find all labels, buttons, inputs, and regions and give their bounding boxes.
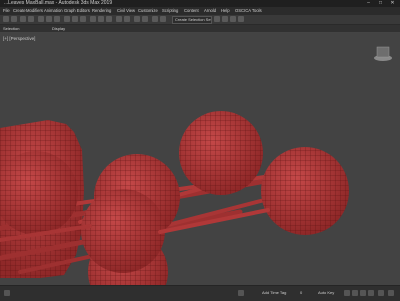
angle-snap-icon[interactable]	[98, 16, 104, 22]
go-to-start-icon[interactable]	[344, 290, 350, 296]
menu-rendering[interactable]: Rendering	[92, 7, 111, 15]
menu-create[interactable]: Create	[13, 7, 26, 15]
rectangle-region-icon[interactable]	[54, 16, 60, 22]
minimize-button[interactable]: –	[364, 0, 373, 7]
ribbon-bar: Selection Display	[0, 25, 400, 32]
material-editor-icon[interactable]	[214, 16, 220, 22]
select-object-icon[interactable]	[38, 16, 44, 22]
layer-icon[interactable]	[134, 16, 140, 22]
maximize-button[interactable]: □	[376, 0, 385, 7]
title-bar: ...Leaves MaxBall.max - Autodesk 3ds Max…	[0, 0, 400, 7]
snap-icon[interactable]	[90, 16, 96, 22]
tab-display[interactable]: Display	[52, 25, 65, 32]
schematic-icon[interactable]	[160, 16, 166, 22]
render-icon[interactable]	[238, 16, 244, 22]
mirror-icon[interactable]	[116, 16, 122, 22]
menu-modifiers[interactable]: Modifiers	[26, 7, 43, 15]
redo-icon[interactable]	[11, 16, 17, 22]
menu-help[interactable]: Help	[221, 7, 230, 15]
menu-scripting[interactable]: Scripting	[162, 7, 178, 15]
main-toolbar: Create Selection Set	[0, 15, 400, 25]
tab-selection[interactable]: Selection	[3, 25, 19, 32]
viewport-label[interactable]: [+] [Perspective]	[3, 36, 35, 41]
next-frame-icon[interactable]	[368, 290, 374, 296]
graphite-icon[interactable]	[142, 16, 148, 22]
frame-field[interactable]: 0	[300, 290, 302, 295]
viewcube-icon[interactable]	[374, 46, 392, 61]
menu-customize[interactable]: Customize	[138, 7, 158, 15]
window-title: ...Leaves MaxBall.max - Autodesk 3ds Max…	[4, 0, 113, 6]
menu-graph-editors[interactable]: Graph Editors	[64, 7, 90, 15]
percent-snap-icon[interactable]	[106, 16, 112, 22]
curve-editor-icon[interactable]	[152, 16, 158, 22]
menu-civil-view[interactable]: Civil View	[117, 7, 135, 15]
undo-icon[interactable]	[3, 16, 9, 22]
rotate-icon[interactable]	[72, 16, 78, 22]
link-icon[interactable]	[20, 16, 26, 22]
close-button[interactable]: ✕	[388, 0, 397, 7]
move-icon[interactable]	[64, 16, 70, 22]
scale-icon[interactable]	[80, 16, 86, 22]
menu-bar: File Create Modifiers Animation Graph Ed…	[0, 7, 400, 15]
render-setup-icon[interactable]	[222, 16, 228, 22]
sphere-top	[179, 111, 263, 195]
maxscript-listener-icon[interactable]	[4, 290, 10, 296]
selection-set-dropdown[interactable]: Create Selection Set	[172, 16, 212, 24]
status-bar: Add Time Tag 0 Auto Key	[0, 285, 400, 301]
select-by-name-icon[interactable]	[46, 16, 52, 22]
lock-selection-icon[interactable]	[238, 290, 244, 296]
sphere-right	[261, 147, 349, 235]
perspective-viewport[interactable]: [+] [Perspective]	[0, 33, 400, 285]
previous-frame-icon[interactable]	[352, 290, 358, 296]
unlink-icon[interactable]	[28, 16, 34, 22]
orbit-icon[interactable]	[388, 290, 394, 296]
menu-arnold[interactable]: Arnold	[204, 7, 216, 15]
sphere-front	[81, 189, 165, 273]
render-frame-icon[interactable]	[230, 16, 236, 22]
menu-file[interactable]: File	[3, 7, 10, 15]
viewport-canvas[interactable]	[0, 33, 400, 285]
play-icon[interactable]	[360, 290, 366, 296]
menu-content[interactable]: Content	[184, 7, 199, 15]
auto-key-button[interactable]: Auto Key	[318, 290, 334, 295]
menu-oscica-tools[interactable]: OSCICA Tools	[235, 7, 262, 15]
menu-animation[interactable]: Animation	[44, 7, 63, 15]
add-time-tag-label[interactable]: Add Time Tag	[262, 290, 286, 295]
align-icon[interactable]	[124, 16, 130, 22]
zoom-icon[interactable]	[378, 290, 384, 296]
